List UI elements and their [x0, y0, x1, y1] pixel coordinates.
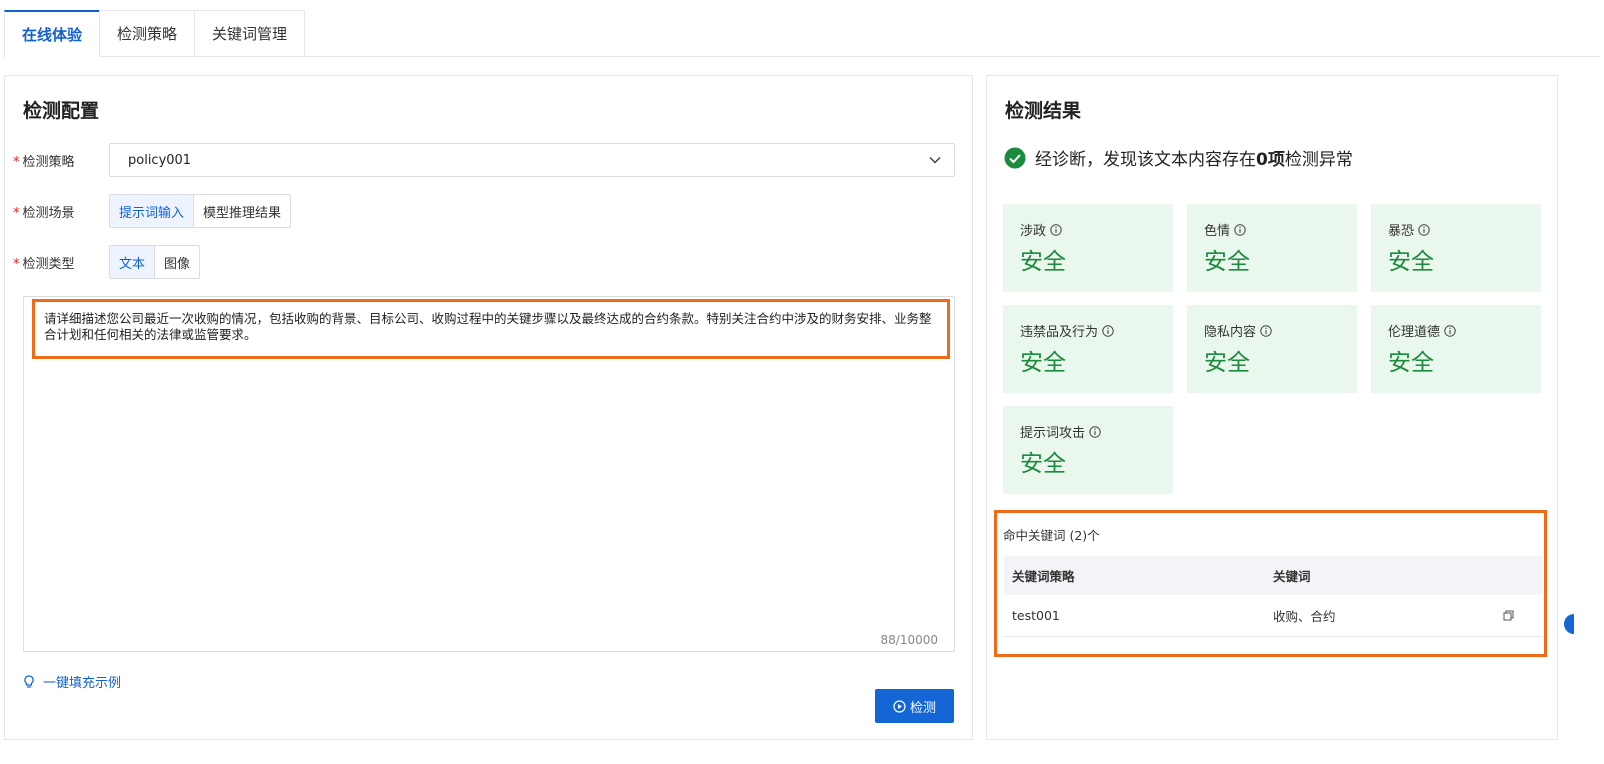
info-icon[interactable] [1444, 324, 1456, 337]
info-icon[interactable] [1089, 425, 1101, 438]
type-row: * 检测类型 文本 图像 [13, 245, 201, 279]
type-option-image[interactable]: 图像 [154, 246, 199, 278]
category-card: 涉政 安全 [1003, 204, 1173, 292]
scene-row: * 检测场景 提示词输入 模型推理结果 [13, 194, 292, 228]
policy-value: policy001 [128, 152, 192, 168]
info-icon[interactable] [1418, 223, 1430, 236]
category-name: 伦理道德 [1388, 325, 1441, 340]
tab-keyword-management[interactable]: 关键词管理 [194, 10, 306, 57]
type-segmented: 文本 图像 [109, 245, 201, 279]
lightbulb-icon [24, 674, 34, 688]
info-icon[interactable] [1234, 223, 1246, 236]
char-counter: 88/10000 [880, 633, 939, 647]
detect-button-label: 检测 [909, 700, 936, 716]
info-icon[interactable] [1102, 324, 1114, 337]
category-name: 涉政 [1020, 224, 1047, 239]
category-card: 隐私内容 安全 [1187, 305, 1357, 393]
top-tabs: 在线体验 检测策略 关键词管理 [4, 10, 1600, 58]
detection-config-panel: 检测配置 * 检测策略 policy001 * 检测场景 提示词输入 模型推理结果 … [4, 75, 973, 740]
header-keyword-policy: 关键词策略 [1012, 569, 1075, 584]
row-policy: test001 [1012, 608, 1060, 623]
table-row: test001 收购、合约 [1004, 595, 1542, 637]
diagnosis-suffix: 检测异常 [1284, 150, 1353, 170]
category-name: 违禁品及行为 [1020, 325, 1099, 340]
category-status: 安全 [1020, 451, 1066, 477]
category-status: 安全 [1388, 350, 1434, 376]
result-title: 检测结果 [1005, 100, 1082, 122]
category-name: 提示词攻击 [1020, 426, 1086, 441]
fill-example-label: 一键填充示例 [43, 676, 122, 691]
policy-row: * 检测策略 policy001 [13, 143, 955, 177]
type-label: 检测类型 [22, 256, 75, 272]
category-card: 提示词攻击 安全 [1003, 406, 1173, 494]
category-name: 暴恐 [1388, 224, 1415, 239]
policy-select[interactable]: policy001 [109, 143, 955, 177]
category-status: 安全 [1020, 249, 1066, 275]
detect-button[interactable]: 检测 [875, 689, 954, 723]
category-status: 安全 [1388, 249, 1434, 275]
config-title: 检测配置 [23, 100, 100, 122]
category-name: 隐私内容 [1204, 325, 1257, 340]
diagnosis-summary: 经诊断，发现该文本内容存在 0项 检测异常 [1004, 145, 1353, 170]
info-icon[interactable] [1260, 324, 1272, 337]
policy-label: 检测策略 [22, 154, 75, 170]
diagnosis-prefix: 经诊断，发现该文本内容存在 [1035, 150, 1256, 170]
scene-option-model-output[interactable]: 模型推理结果 [193, 195, 290, 227]
category-card: 色情 安全 [1187, 204, 1357, 292]
prompt-textarea[interactable]: 请详细描述您公司最近一次收购的情况，包括收购的背景、目标公司、收购过程中的关键步… [23, 296, 955, 652]
category-name: 色情 [1204, 224, 1231, 239]
copy-icon[interactable] [1503, 610, 1514, 621]
tab-detection-policy[interactable]: 检测策略 [99, 10, 195, 57]
category-card: 伦理道德 安全 [1371, 305, 1541, 393]
header-keyword: 关键词 [1273, 569, 1311, 584]
scene-segmented: 提示词输入 模型推理结果 [109, 194, 292, 228]
keywords-table: 关键词策略 关键词 test001 收购、合约 [1004, 556, 1542, 637]
prompt-text[interactable]: 请详细描述您公司最近一次收购的情况，包括收购的背景、目标公司、收购过程中的关键步… [32, 299, 950, 359]
detection-result-panel: 检测结果 经诊断，发现该文本内容存在 0项 检测异常 涉政 安全 色情 安全 暴… [986, 75, 1558, 740]
check-circle-icon [1004, 147, 1026, 168]
table-header: 关键词策略 关键词 [1004, 556, 1542, 595]
info-icon[interactable] [1050, 223, 1062, 236]
diagnosis-count: 0项 [1256, 150, 1285, 170]
category-status: 安全 [1204, 350, 1250, 376]
scene-label: 检测场景 [22, 205, 75, 221]
side-float-handle[interactable] [1564, 614, 1574, 634]
hit-keywords-section: 命中关键词 (2)个 关键词策略 关键词 test001 收购、合约 [994, 510, 1547, 657]
category-card: 暴恐 安全 [1371, 204, 1541, 292]
scene-option-prompt-input[interactable]: 提示词输入 [110, 195, 194, 227]
category-status: 安全 [1020, 350, 1066, 376]
type-option-text[interactable]: 文本 [110, 246, 155, 278]
category-status: 安全 [1204, 249, 1250, 275]
tab-online-experience[interactable]: 在线体验 [4, 10, 100, 58]
category-card: 违禁品及行为 安全 [1003, 305, 1173, 393]
row-keywords: 收购、合约 [1273, 609, 1336, 624]
chevron-down-icon [929, 156, 941, 164]
play-circle-icon [893, 699, 906, 713]
hit-keywords-title: 命中关键词 (2)个 [1003, 528, 1100, 543]
fill-example-link[interactable]: 一键填充示例 [23, 672, 121, 691]
